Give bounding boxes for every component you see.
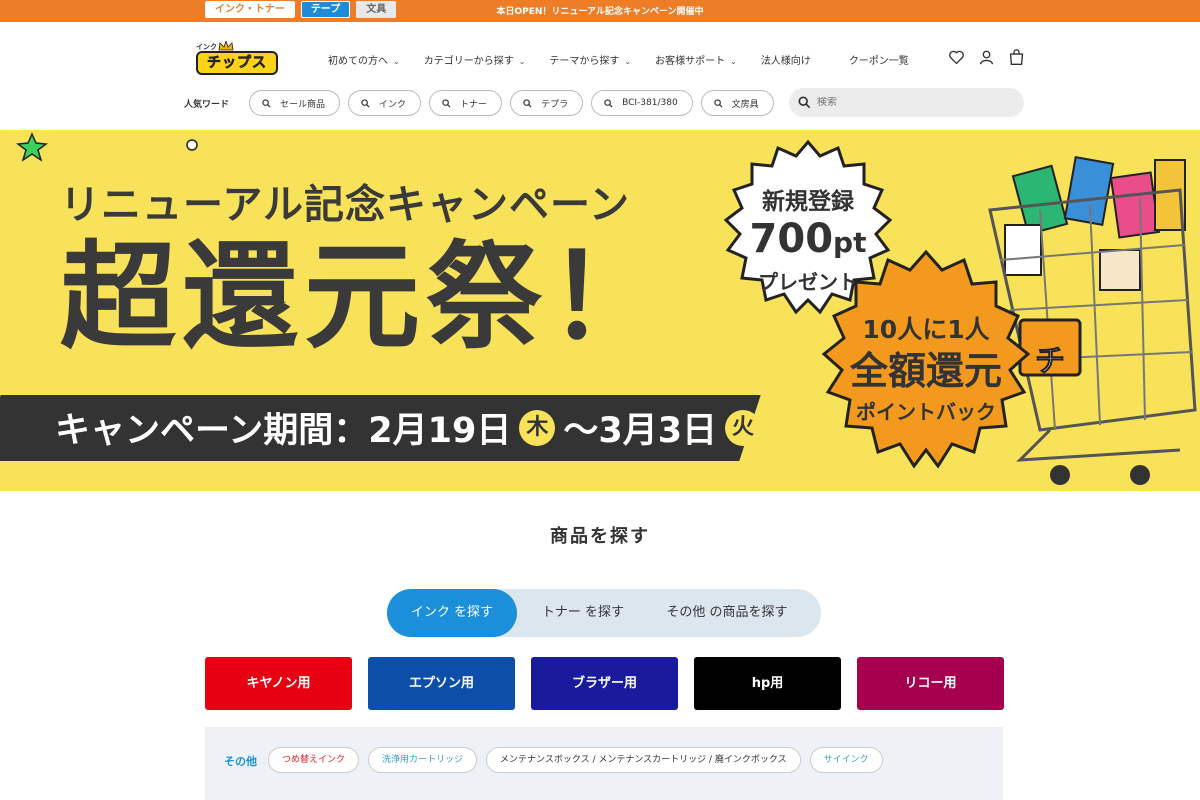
top-strip: インク・トナー テープ 文具 本日OPEN！リニューアル記念キャンペーン開催中 (0, 0, 1200, 22)
tag-refill-ink[interactable]: つめ替えインク (268, 747, 360, 773)
nav-category[interactable]: カテゴリーから探す ⌄ (424, 52, 526, 67)
seal2-line1: 10人に1人 (862, 315, 990, 344)
other-products-panel: その他 つめ替えインク 洗浄用カートリッジ メンテナンスボックス / メンテナン… (205, 727, 1003, 800)
nav-label: カテゴリーから探す (423, 56, 514, 67)
campaign-period: キャンペーン期間： 2月19日 木 ～ 3月3日 火 (55, 402, 769, 453)
popular-chip[interactable]: BCI-381/380 (591, 90, 693, 116)
popular-label: 人気ワード (184, 99, 230, 110)
search-icon (798, 96, 811, 109)
start-weekday: 木 (519, 409, 556, 446)
search-icon (604, 98, 613, 108)
chip-label: インク (379, 99, 407, 110)
popular-words: 人気ワード セール商品 インク トナー テプラ BCI-381/380 文房具 (184, 90, 782, 116)
seal2-line3: ポイントバック (856, 400, 996, 424)
nav-label: お客様サポート (655, 56, 726, 67)
other-tags: つめ替えインク 洗浄用カートリッジ メンテナンスボックス / メンテナンスカート… (268, 747, 883, 773)
nav-label: 初めての方へ (328, 56, 388, 67)
tab-search-other[interactable]: その他 の商品を探す (657, 589, 797, 637)
popular-chip[interactable]: 文房具 (700, 90, 774, 116)
chevron-down-icon: ⌄ (730, 57, 737, 66)
site-header: インク チップス 初めての方へ ⌄ カテゴリーから探す ⌄ テーマから探す ⌄ お客様… (0, 22, 1200, 130)
tab-search-toner[interactable]: トナー を探す (527, 589, 639, 637)
brand-buttons: キヤノン用 エプソン用 ブラザー用 hp用 リコー用 (205, 657, 1004, 710)
announcement-text[interactable]: 本日OPEN！リニューアル記念キャンペーン開催中 (0, 4, 1200, 17)
user-icon[interactable] (978, 49, 995, 66)
brand-button-canon[interactable]: キヤノン用 (205, 657, 352, 710)
site-logo[interactable]: インク チップス (196, 41, 278, 76)
end-weekday: 火 (725, 409, 762, 446)
brand-button-ricoh[interactable]: リコー用 (857, 657, 1004, 710)
tag-sai-ink[interactable]: サイインク (809, 747, 883, 773)
search-input[interactable] (817, 97, 1007, 108)
period-start: 2月19日 (368, 411, 512, 451)
brand-button-brother[interactable]: ブラザー用 (531, 657, 678, 710)
popular-chip[interactable]: インク (348, 90, 422, 116)
main-nav: 初めての方へ ⌄ カテゴリーから探す ⌄ テーマから探す ⌄ お客様サポート ⌄ 法人様… (328, 52, 933, 67)
popular-chip[interactable]: トナー (429, 90, 503, 116)
nav-label: クーポン一覧 (848, 56, 909, 67)
search-icon (713, 98, 723, 108)
seal2-line2: 全額還元 (849, 349, 1002, 393)
popular-chip[interactable]: テプラ (510, 90, 584, 116)
product-type-toggle: インク を探す トナー を探す その他 の商品を探す (387, 589, 821, 637)
nav-business[interactable]: 法人様向け (761, 52, 811, 67)
banner-title: 超還元祭！ (60, 230, 670, 365)
campaign-banner[interactable]: リニューアル記念キャンペーン 超還元祭！ キャンペーン期間： 2月19日 木 ～… (0, 130, 1200, 491)
circle-deco-icon (186, 139, 198, 151)
seal2-text: 10人に1人 全額還元 ポイントバック (810, 310, 1042, 425)
header-icons (948, 49, 1025, 66)
search-icon (262, 98, 271, 108)
star-icon (16, 132, 48, 162)
chip-label: セール商品 (280, 99, 326, 110)
nav-support[interactable]: お客様サポート ⌄ (655, 52, 737, 67)
period-label: キャンペーン期間： (55, 411, 369, 451)
tab-search-ink[interactable]: インク を探す (387, 589, 517, 637)
other-label: その他 (224, 755, 257, 768)
nav-theme[interactable]: テーマから探す ⌄ (549, 52, 631, 67)
tag-maintenance-box[interactable]: メンテナンスボックス / メンテナンスカートリッジ / 廃インクボックス (486, 747, 801, 773)
nav-first-time[interactable]: 初めての方へ ⌄ (328, 52, 400, 67)
chip-label: トナー (460, 99, 488, 110)
cashback-seal: 10人に1人 全額還元 ポイントバック (810, 248, 1042, 480)
chip-label: 文房具 (731, 99, 759, 110)
heart-icon[interactable] (948, 49, 965, 66)
search-icon (361, 98, 370, 108)
banner-subtitle: リニューアル記念キャンペーン (60, 182, 630, 228)
crown-icon (218, 41, 234, 51)
chevron-down-icon: ⌄ (518, 57, 526, 66)
brand-button-hp[interactable]: hp用 (694, 657, 841, 710)
logo-main-text: チップス (196, 51, 278, 75)
search-icon (442, 98, 451, 108)
brand-button-epson[interactable]: エプソン用 (368, 657, 515, 710)
cart-bag-icon[interactable] (1008, 49, 1025, 66)
popular-chip[interactable]: セール商品 (249, 90, 341, 116)
nav-label: 法人様向け (760, 56, 811, 67)
period-end: 3月3日 (598, 411, 718, 451)
section-title: 商品を探す (550, 526, 650, 547)
nav-coupons[interactable]: クーポン一覧 (849, 52, 909, 67)
seal1-line1: 新規登録 (762, 189, 854, 215)
nav-label: テーマから探す (549, 56, 620, 67)
search-icon (523, 98, 532, 108)
period-tilde: ～ (563, 411, 599, 451)
chip-label: BCI-381/380 (622, 98, 678, 108)
chevron-down-icon: ⌄ (393, 57, 400, 66)
search-box[interactable] (789, 88, 1024, 117)
chevron-down-icon: ⌄ (624, 57, 632, 66)
chip-label: テプラ (541, 99, 569, 110)
tag-cleaning-cartridge[interactable]: 洗浄用カートリッジ (368, 747, 478, 773)
